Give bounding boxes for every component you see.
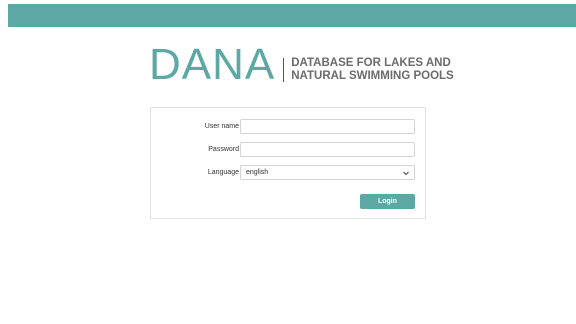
tagline-line-2: NATURAL SWIMMING POOLS [291, 69, 454, 82]
language-label: Language [207, 169, 239, 176]
language-row: Language english [151, 165, 427, 180]
language-selected-value: english [246, 169, 269, 176]
logo-wordmark: DANA [149, 40, 276, 89]
logo-tagline: DATABASE FOR LAKES AND NATURAL SWIMMING … [291, 57, 453, 82]
login-button[interactable]: Login [360, 194, 415, 209]
top-bar [8, 4, 576, 27]
login-page: DANA DATABASE FOR LAKES AND NATURAL SWIM… [0, 0, 576, 324]
username-input[interactable] [240, 119, 415, 134]
username-label: User name [204, 123, 239, 130]
logo: DANA DATABASE FOR LAKES AND NATURAL SWIM… [149, 43, 454, 87]
logo-divider [283, 58, 285, 82]
password-label: Password [208, 146, 239, 153]
chevron-down-icon [402, 169, 410, 177]
password-row: Password [151, 142, 427, 157]
login-panel: User name Password Language english Logi… [150, 107, 426, 219]
language-select[interactable]: english [240, 165, 415, 180]
username-row: User name [151, 119, 427, 134]
tagline-line-1: DATABASE FOR LAKES AND [291, 57, 451, 69]
password-input[interactable] [240, 142, 415, 157]
